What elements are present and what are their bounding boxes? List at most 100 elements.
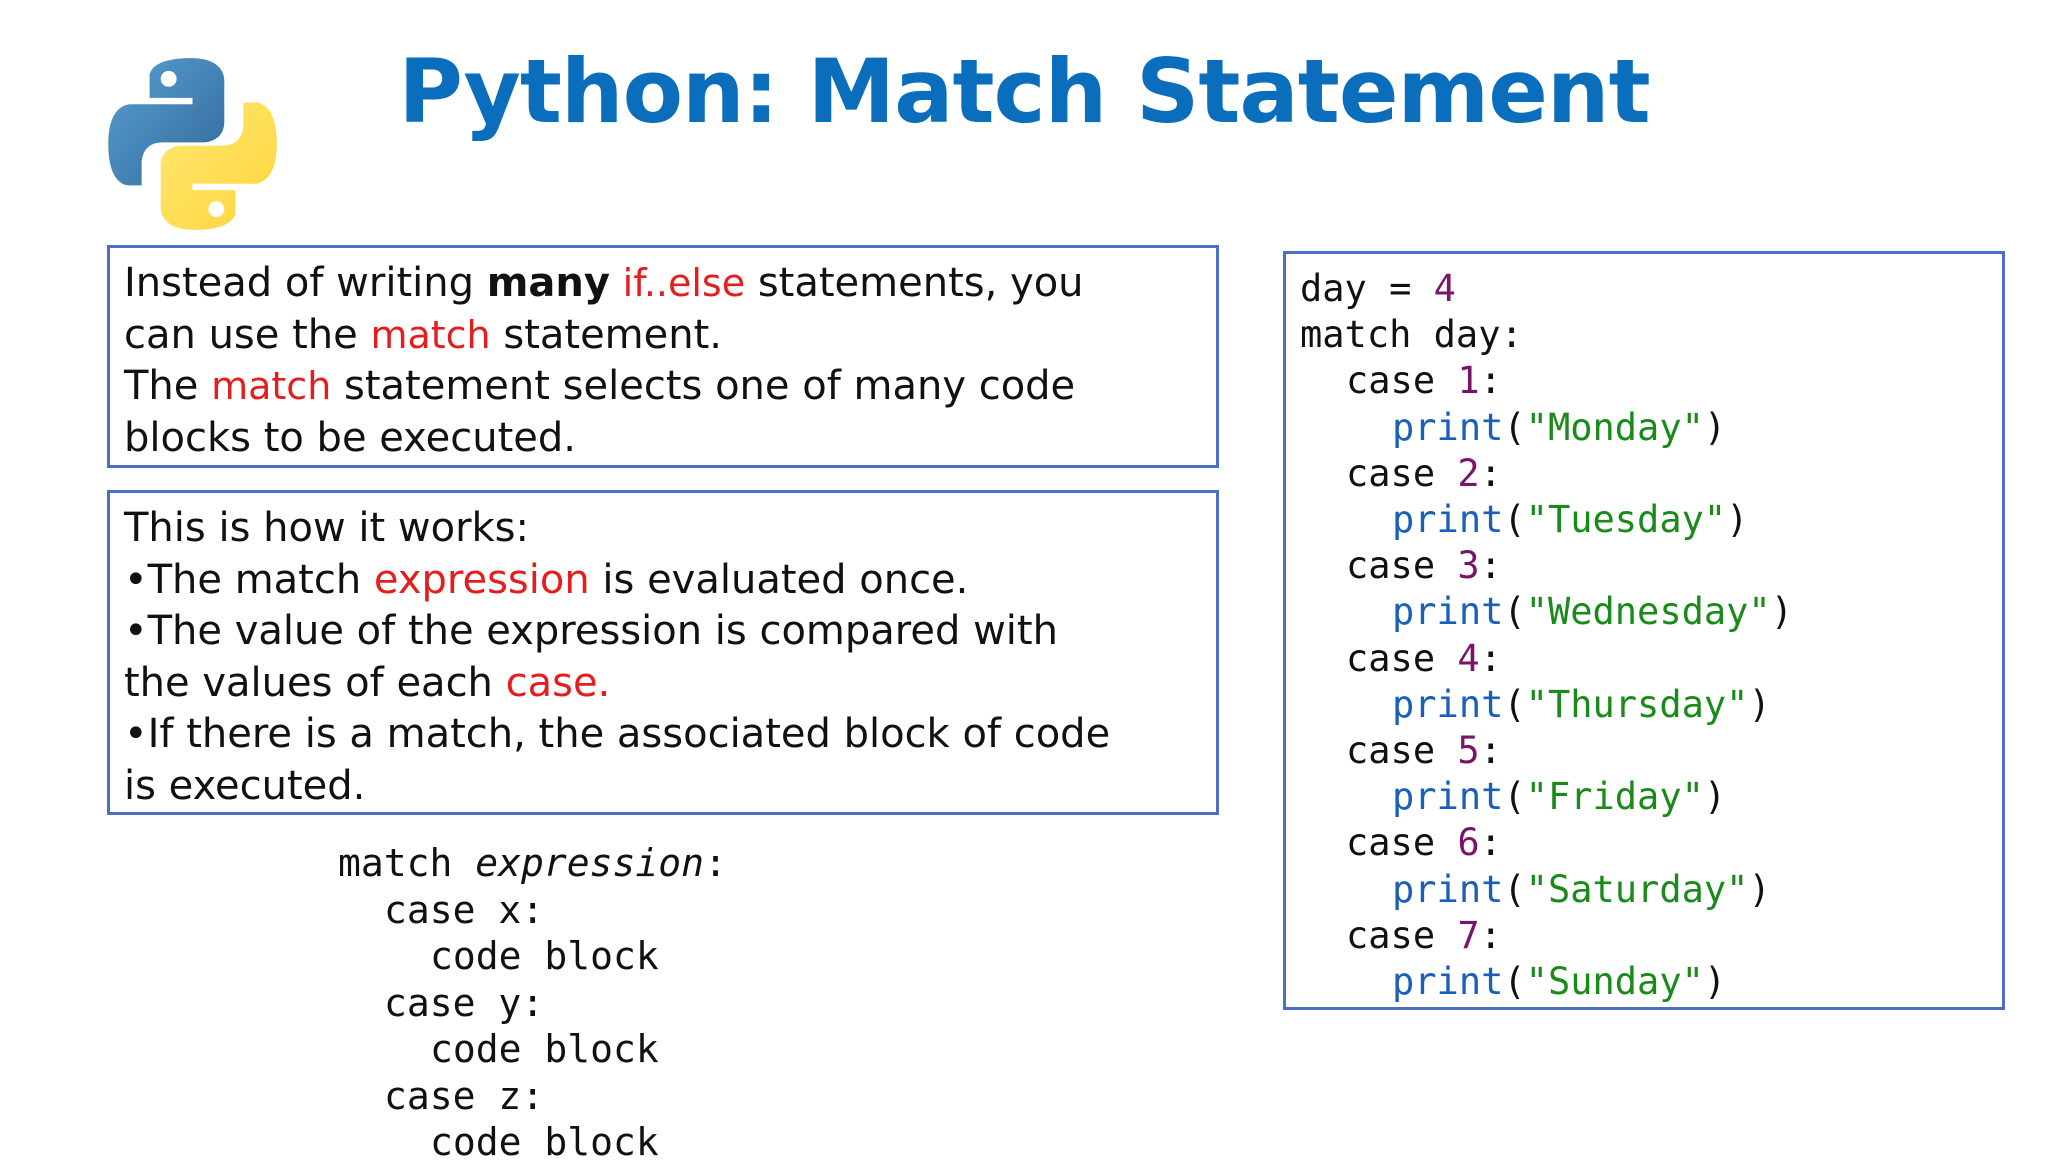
code-colon: : xyxy=(1479,544,1502,588)
code-string: "Sunday" xyxy=(1525,960,1704,1004)
code-case-keyword: case xyxy=(1346,729,1458,773)
code-paren: ( xyxy=(1503,682,1526,726)
code-case-line: case 2: xyxy=(1300,451,1988,497)
code-case-keyword: case xyxy=(1346,451,1458,495)
example-code-box: day = 4 match day: case 1: print("Monday") c… xyxy=(1283,251,2005,1010)
how-bullet-3-cont: is executed. xyxy=(124,762,366,809)
code-string: "Friday" xyxy=(1525,775,1704,819)
code-case-line: case 5: xyxy=(1300,728,1988,774)
code-print-keyword: print xyxy=(1392,590,1504,634)
code-paren: ( xyxy=(1503,867,1526,911)
syntax-colon: : xyxy=(704,841,727,885)
intro-line-1: Instead of writing many if..else stateme… xyxy=(124,258,1202,310)
match-keyword: match xyxy=(370,312,491,357)
code-paren: ( xyxy=(1503,405,1526,449)
code-string: "Monday" xyxy=(1525,405,1704,449)
match-syntax-block: match expression: case x: code block cas… xyxy=(338,840,727,1166)
code-print-line: print("Thursday") xyxy=(1300,682,1988,728)
code-print-keyword: print xyxy=(1392,867,1504,911)
code-case-line: case 7: xyxy=(1300,913,1988,959)
syntax-line: code block xyxy=(430,934,659,978)
code-print-line: print("Monday") xyxy=(1300,405,1988,451)
example-code: day = 4 match day: case 1: print("Monday") c… xyxy=(1300,266,1988,1005)
code-paren: ) xyxy=(1703,405,1727,449)
how-text: •The match xyxy=(124,556,374,603)
syntax-line: case z: xyxy=(384,1073,545,1118)
code-string: "Thursday" xyxy=(1525,682,1749,726)
code-colon: : xyxy=(1479,359,1502,403)
code-paren: ) xyxy=(1726,498,1749,542)
how-text: is evaluated once. xyxy=(589,556,969,603)
intro-line-2: can use the match statement. xyxy=(124,310,1202,362)
code-colon: : xyxy=(1479,451,1502,495)
code-colon: : xyxy=(1479,913,1502,957)
syntax-expression: expression xyxy=(475,841,705,885)
intro-text: statement. xyxy=(490,311,723,358)
syntax-match-kw: match xyxy=(338,841,476,885)
syntax-line: case y: xyxy=(384,980,545,1025)
page-title: Python: Match Statement xyxy=(398,40,1650,143)
code-number: 4 xyxy=(1433,267,1456,310)
expression-keyword: expression xyxy=(373,556,590,603)
code-case-number: 6 xyxy=(1457,821,1480,865)
code-paren: ) xyxy=(1703,775,1727,819)
code-string: "Saturday" xyxy=(1525,867,1749,911)
code-case-keyword: case xyxy=(1346,636,1458,680)
code-case-line: case 6: xyxy=(1300,820,1988,866)
code-print-keyword: print xyxy=(1392,405,1504,449)
code-paren: ( xyxy=(1503,590,1526,634)
how-bullet-2-cont: the values of each case. xyxy=(124,658,1202,710)
syntax-line: match expression: xyxy=(338,840,727,887)
code-case-number: 4 xyxy=(1457,636,1480,680)
code-colon: : xyxy=(1479,821,1502,865)
code-colon: : xyxy=(1479,636,1502,680)
code-line: match day: xyxy=(1300,313,1523,357)
code-case-number: 2 xyxy=(1457,451,1480,495)
code-line: day = 4 xyxy=(1300,266,1988,312)
code-paren: ) xyxy=(1703,960,1727,1004)
code-case-keyword: case xyxy=(1346,821,1458,865)
code-case-line: case 4: xyxy=(1300,636,1988,682)
code-paren: ) xyxy=(1748,682,1771,726)
code-print-keyword: print xyxy=(1392,498,1504,542)
case-keyword: case. xyxy=(505,659,611,706)
code-print-line: print("Tuesday") xyxy=(1300,497,1988,543)
code-paren: ( xyxy=(1503,960,1526,1004)
intro-text: statements, you xyxy=(745,260,1084,306)
how-heading: This is how it works: xyxy=(124,505,529,551)
code-print-line: print("Wednesday") xyxy=(1300,589,1988,635)
code-case-number: 1 xyxy=(1457,359,1480,403)
intro-text: statement selects one of many code xyxy=(331,363,1076,409)
code-print-keyword: print xyxy=(1392,682,1504,726)
intro-line-4: blocks to be executed. xyxy=(124,414,576,461)
code-paren: ( xyxy=(1503,498,1526,542)
match-keyword: match xyxy=(211,364,332,408)
if-else-keyword: if..else xyxy=(622,261,746,305)
code-case-number: 7 xyxy=(1457,913,1480,957)
how-bullet-2: •The value of the expression is compared… xyxy=(124,608,1058,654)
how-bullet-1: •The match expression is evaluated once. xyxy=(124,555,1202,607)
code-case-keyword: case xyxy=(1346,359,1458,403)
code-case-keyword: case xyxy=(1346,544,1458,588)
code-colon: : xyxy=(1479,729,1502,773)
code-print-keyword: print xyxy=(1392,960,1504,1004)
code-paren: ) xyxy=(1748,867,1771,911)
code-case-line: case 3: xyxy=(1300,543,1988,589)
code-paren: ) xyxy=(1770,590,1793,634)
how-text: the values of each xyxy=(124,659,506,706)
code-assignment: day = xyxy=(1300,267,1434,310)
intro-line-3: The match statement selects one of many … xyxy=(124,361,1202,413)
code-case-line: case 1: xyxy=(1300,358,1988,404)
code-case-number: 5 xyxy=(1457,729,1480,773)
syntax-line: case x: xyxy=(384,887,545,932)
how-bullet-3: •If there is a match, the associated blo… xyxy=(124,711,1111,757)
intro-box: Instead of writing many if..else stateme… xyxy=(107,245,1219,468)
code-print-line: print("Friday") xyxy=(1300,774,1988,820)
intro-text: Instead of writing xyxy=(124,260,487,306)
code-case-number: 3 xyxy=(1457,544,1480,588)
code-paren: ( xyxy=(1503,775,1526,819)
intro-bold-text: many xyxy=(486,260,610,306)
code-print-line: print("Saturday") xyxy=(1300,867,1988,913)
how-it-works-box: This is how it works: •The match express… xyxy=(107,490,1219,815)
code-case-keyword: case xyxy=(1346,913,1458,957)
